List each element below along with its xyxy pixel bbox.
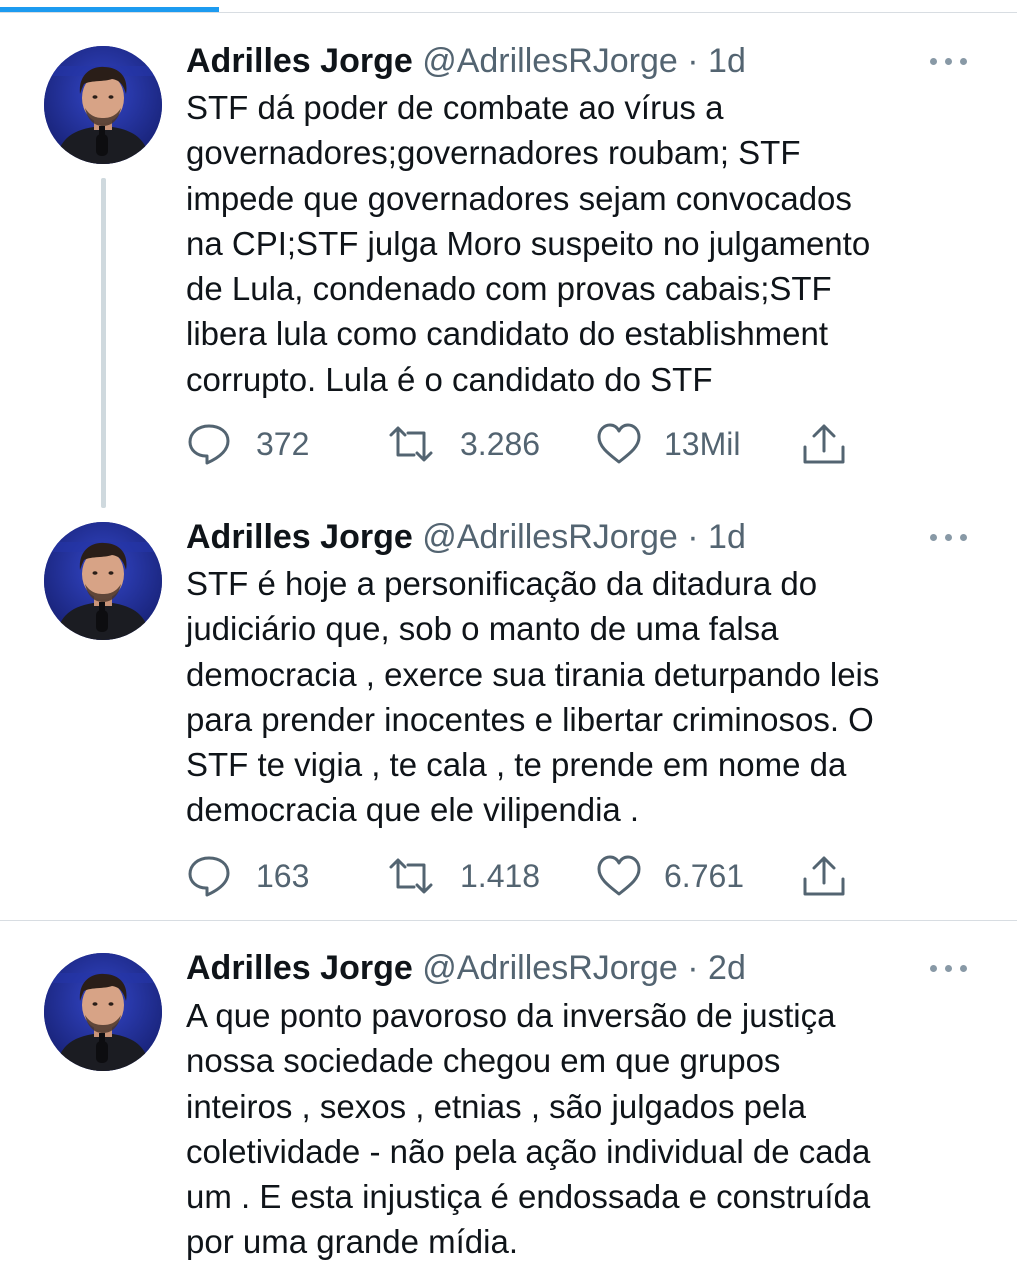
like-count: 13Mil xyxy=(664,426,741,462)
avatar[interactable] xyxy=(44,46,162,164)
progress-fill xyxy=(0,7,219,12)
share-icon xyxy=(803,856,845,896)
tweet-text-line: inteiros , sexos , etnias , são julgados… xyxy=(186,1087,807,1125)
tweet-text-line: democracia que ele vilipendia . xyxy=(186,791,640,829)
share-button[interactable] xyxy=(801,852,851,900)
reply-count: 163 xyxy=(256,858,310,894)
avatar[interactable] xyxy=(44,953,162,1071)
tweet-text: STF dá poder de combate ao vírus a gover… xyxy=(186,85,986,402)
tweet-actions: 372 3.286 13Mil xyxy=(186,420,886,468)
reply-button[interactable]: 163 xyxy=(186,852,336,900)
tweet-text-line: na CPI;STF julga Moro suspeito no julgam… xyxy=(186,224,871,262)
more-options-icon[interactable] xyxy=(930,962,970,974)
retweet-count: 1.418 xyxy=(460,858,541,894)
heart-icon xyxy=(597,855,641,896)
tweet-text-line: impede que governadores sejam convocados xyxy=(186,179,852,217)
reply-button[interactable]: 372 xyxy=(186,420,336,468)
heart-icon xyxy=(597,423,641,464)
tweet-text-line: para prender inocentes e libertar crimin… xyxy=(186,700,874,738)
more-options-icon[interactable] xyxy=(930,531,970,543)
retweet-count: 3.286 xyxy=(460,426,541,462)
separator-dot: · xyxy=(687,949,699,987)
separator-dot: · xyxy=(687,518,699,556)
author-name[interactable]: Adrilles Jorge xyxy=(186,42,413,80)
scroll-progress-bar xyxy=(0,0,1017,14)
thread-connector-line xyxy=(101,178,106,508)
reply-icon xyxy=(188,856,230,897)
author-handle[interactable]: @AdrillesRJorge xyxy=(422,518,678,556)
separator-dot: · xyxy=(687,42,699,80)
avatar[interactable] xyxy=(44,522,162,640)
tweet-divider xyxy=(0,920,1017,921)
author-handle[interactable]: @AdrillesRJorge xyxy=(422,42,678,80)
tweet-text-line: STF é hoje a personificação da ditadura … xyxy=(186,565,818,602)
tweet-text-line: libera lula como candidato do establishm… xyxy=(186,315,829,353)
author-name[interactable]: Adrilles Jorge xyxy=(186,518,413,556)
tweet-text-line: judiciário que, sob o manto de uma falsa xyxy=(186,610,779,648)
more-options-icon[interactable] xyxy=(930,55,970,67)
progress-track xyxy=(0,12,1017,13)
share-button[interactable] xyxy=(801,420,851,468)
tweet-text-line: coletividade - não pela ação individual … xyxy=(186,1132,871,1170)
tweet-header: Adrilles Jorge @AdrillesRJorge · 1d xyxy=(186,517,746,557)
timestamp[interactable]: 2d xyxy=(708,949,746,987)
like-button[interactable]: 13Mil xyxy=(596,420,776,468)
author-handle[interactable]: @AdrillesRJorge xyxy=(422,949,678,987)
tweet-text-line: corrupto. Lula é o candidato do STF xyxy=(186,360,713,398)
share-icon xyxy=(803,424,845,464)
tweet-text-line: STF dá poder de combate ao vírus a xyxy=(186,89,724,126)
tweet-text-line: por uma grande mídia. xyxy=(186,1223,519,1261)
author-name[interactable]: Adrilles Jorge xyxy=(186,949,413,987)
retweet-icon xyxy=(389,426,433,462)
timestamp[interactable]: 1d xyxy=(708,518,746,556)
like-count: 6.761 xyxy=(664,858,745,894)
retweet-button[interactable]: 3.286 xyxy=(388,420,568,468)
retweet-button[interactable]: 1.418 xyxy=(388,852,568,900)
tweet-text-line: STF te vigia , te cala , te prende em no… xyxy=(186,746,847,784)
tweet-actions: 163 1.418 6.761 xyxy=(186,852,886,900)
tweet-text: A que ponto pavoroso da inversão de just… xyxy=(186,993,986,1265)
timestamp[interactable]: 1d xyxy=(708,42,746,80)
reply-count: 372 xyxy=(256,426,310,462)
tweet-text-line: um . E esta injustiça é endossada e cons… xyxy=(186,1178,871,1216)
tweet-text-line: governadores;governadores roubam; STF xyxy=(186,134,801,172)
tweet-text: STF é hoje a personificação da ditadura … xyxy=(186,561,986,833)
tweet-text-line: de Lula, condenado com provas cabais;STF xyxy=(186,270,832,308)
tweet-text-line: nossa sociedade chegou em que grupos xyxy=(186,1042,781,1080)
tweet-text-line: A que ponto pavoroso da inversão de just… xyxy=(186,997,836,1034)
retweet-icon xyxy=(389,858,433,894)
reply-icon xyxy=(188,424,230,465)
tweet-text-line: democracia , exerce sua tirania deturpan… xyxy=(186,655,880,693)
tweet-header: Adrilles Jorge @AdrillesRJorge · 1d xyxy=(186,41,746,81)
like-button[interactable]: 6.761 xyxy=(596,852,776,900)
tweet-header: Adrilles Jorge @AdrillesRJorge · 2d xyxy=(186,948,746,988)
